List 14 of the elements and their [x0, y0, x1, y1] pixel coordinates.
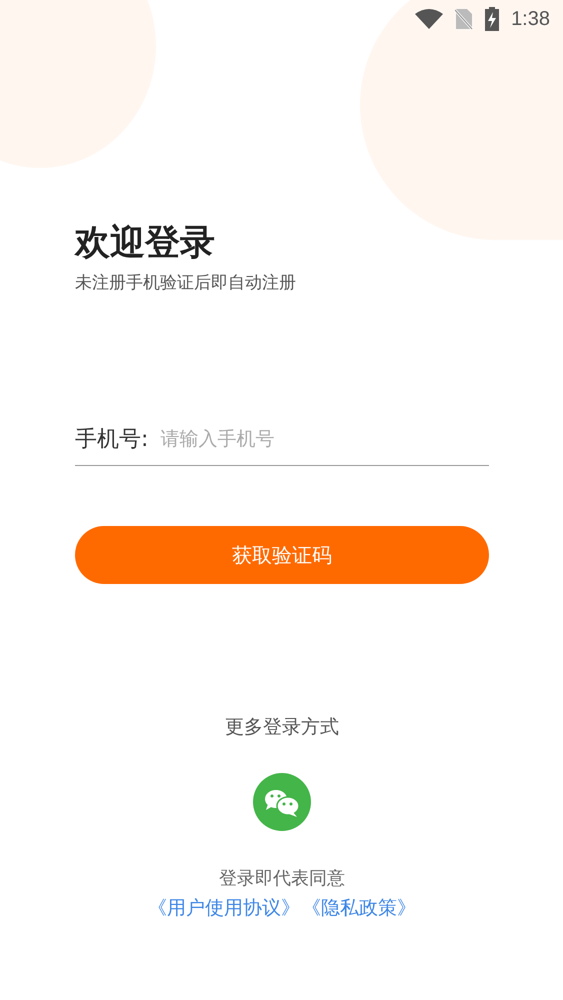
- field-label: 手机号:: [75, 426, 148, 454]
- phone-input[interactable]: 请输入手机号: [160, 428, 489, 450]
- more-login-label: 更多登录方式: [224, 715, 340, 740]
- status-time: 1:38: [511, 8, 550, 30]
- wechat-login-icon[interactable]: [253, 773, 311, 831]
- no-sim-icon: [455, 8, 474, 30]
- agreement-link[interactable]: 《用户使用协议》: [148, 893, 300, 923]
- subtitle: 未注册手机验证后即自动注册: [75, 272, 297, 295]
- agreement-link[interactable]: 《隐私政策》: [302, 893, 416, 923]
- agreement-text: 登录即代表同意: [218, 867, 346, 891]
- battery-charging-icon: [485, 7, 500, 31]
- wifi-icon: [415, 9, 444, 29]
- get-code-button[interactable]: 获取验证码: [75, 526, 489, 584]
- page-title: 欢迎登录: [75, 222, 216, 265]
